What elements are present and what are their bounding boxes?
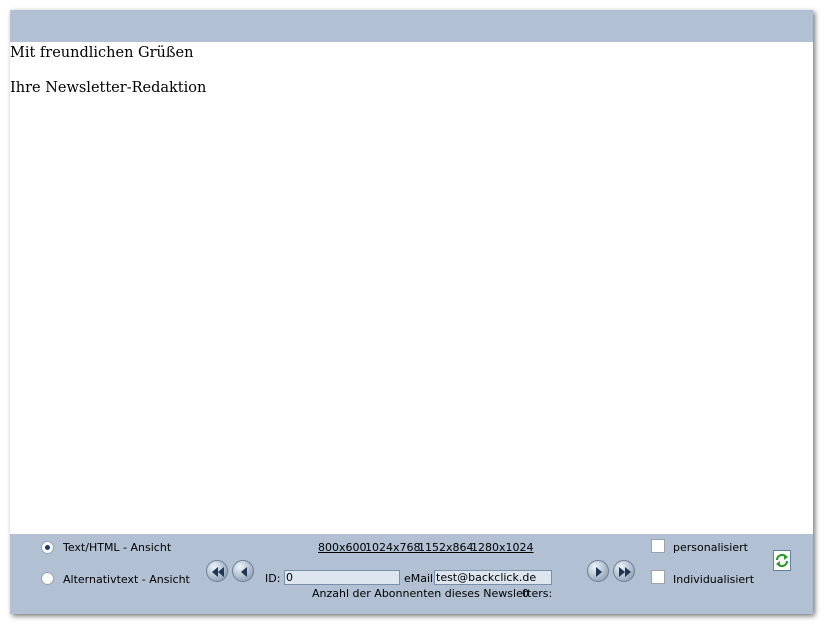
preview-window: Mit freundlichen Grüßen Ihre Newsletter-… xyxy=(10,10,813,614)
resolution-link-800x600[interactable]: 800x600 xyxy=(318,541,367,554)
view-text-html-label[interactable]: Text/HTML - Ansicht xyxy=(63,541,171,554)
id-field[interactable] xyxy=(284,570,400,585)
personalized-label[interactable]: personalisiert xyxy=(673,541,748,554)
subscriber-count-label: Anzahl der Abonnenten dieses Newsletters… xyxy=(312,587,553,600)
view-alternative-radio[interactable] xyxy=(41,572,54,585)
individualized-checkbox[interactable] xyxy=(651,570,665,584)
closing-line: Mit freundlichen Grüßen xyxy=(10,45,194,61)
id-label: ID: xyxy=(265,572,281,585)
resolution-link-1280x1024[interactable]: 1280x1024 xyxy=(471,541,534,554)
previous-icon[interactable] xyxy=(232,560,254,582)
newsletter-content: Mit freundlichen Grüßen Ihre Newsletter-… xyxy=(10,42,813,534)
view-alternative-label[interactable]: Alternativtext - Ansicht xyxy=(63,573,190,586)
control-bar: Text/HTML - Ansicht Alternativtext - Ans… xyxy=(10,534,813,614)
email-label: eMail: xyxy=(404,572,437,585)
resolution-link-1152x864[interactable]: 1152x864 xyxy=(418,541,474,554)
first-icon[interactable] xyxy=(206,560,228,582)
individualized-label[interactable]: Individualisiert xyxy=(673,573,754,586)
next-icon[interactable] xyxy=(587,560,609,582)
last-icon[interactable] xyxy=(613,560,635,582)
email-field[interactable] xyxy=(434,570,552,585)
view-text-html-radio[interactable] xyxy=(41,541,54,554)
title-bar xyxy=(10,10,813,42)
signature-line: Ihre Newsletter-Redaktion xyxy=(10,80,207,96)
resolution-link-1024x768[interactable]: 1024x768 xyxy=(365,541,421,554)
refresh-icon[interactable] xyxy=(773,550,791,571)
subscriber-count-value: 0 xyxy=(522,587,529,600)
personalized-checkbox[interactable] xyxy=(651,539,665,553)
